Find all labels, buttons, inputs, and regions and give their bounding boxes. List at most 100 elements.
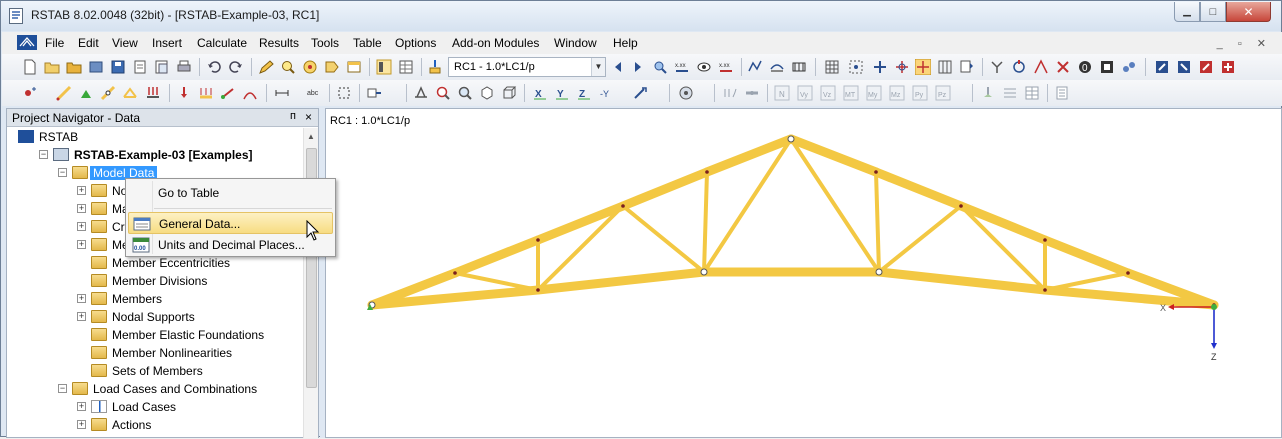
close-button[interactable]: ✕: [1226, 2, 1271, 22]
menu-item-go-to-table[interactable]: Go to Table: [128, 182, 333, 204]
printout-report-icon[interactable]: [154, 59, 170, 75]
member-load-icon[interactable]: [198, 85, 214, 101]
block-icon[interactable]: [88, 59, 104, 75]
coordinate-system-icon[interactable]: [989, 59, 1005, 75]
tree-item[interactable]: RSTAB: [7, 128, 303, 146]
results-support-icon[interactable]: [744, 85, 760, 101]
menu-add-on-modules[interactable]: Add-on Modules: [452, 36, 539, 50]
expand-icon[interactable]: +: [77, 312, 86, 321]
new-support-icon[interactable]: [78, 85, 94, 101]
delete-icon[interactable]: [1055, 59, 1071, 75]
comment-icon[interactable]: abc: [306, 85, 322, 101]
grid-icon[interactable]: [824, 59, 840, 75]
menu-options[interactable]: Options: [395, 36, 436, 50]
measure-icon[interactable]: [1033, 59, 1049, 75]
navigator-scrollbar[interactable]: ▲: [303, 128, 318, 438]
close-panel-icon[interactable]: ×: [305, 110, 312, 124]
menu-edit[interactable]: Edit: [78, 36, 99, 50]
result-mt-icon[interactable]: MT: [843, 85, 859, 101]
expand-icon[interactable]: +: [77, 204, 86, 213]
cancel-icon[interactable]: 0: [1077, 59, 1093, 75]
view-cube-icon[interactable]: [501, 85, 517, 101]
view-x-icon[interactable]: X: [532, 85, 548, 101]
menu-view[interactable]: View: [112, 36, 138, 50]
result-values-icon[interactable]: x.xx: [674, 59, 690, 75]
table-toggle-icon[interactable]: [398, 59, 414, 75]
dimension-icon[interactable]: [274, 85, 290, 101]
print-icon[interactable]: [176, 59, 192, 75]
tree-item[interactable]: Sets of Members: [7, 362, 303, 380]
result-pz-icon[interactable]: Pz: [935, 85, 951, 101]
open-icon[interactable]: [44, 59, 60, 75]
new-hinge-icon[interactable]: [100, 85, 116, 101]
menu-window[interactable]: Window: [554, 36, 597, 50]
find-icon[interactable]: [280, 59, 296, 75]
expand-icon[interactable]: +: [77, 222, 86, 231]
view-3d-icon[interactable]: [413, 85, 429, 101]
move-copy-icon[interactable]: [366, 85, 382, 101]
load-case-selector[interactable]: RC1 - 1.0*LC1/p ▼: [448, 57, 606, 77]
isometric-view-icon[interactable]: [479, 85, 495, 101]
new-member-icon[interactable]: [56, 85, 72, 101]
collapse-icon[interactable]: −: [58, 168, 67, 177]
result-distribution-icon[interactable]: [1002, 85, 1018, 101]
tree-item[interactable]: Member Divisions: [7, 272, 303, 290]
previous-load-case-icon[interactable]: [610, 59, 626, 75]
new-node-icon[interactable]: [22, 85, 38, 101]
active-snap-icon[interactable]: [915, 59, 931, 75]
edit-panel-icon[interactable]: [1099, 59, 1115, 75]
expand-icon[interactable]: +: [77, 402, 86, 411]
print-preview-icon[interactable]: [132, 59, 148, 75]
menu-file[interactable]: File: [45, 36, 64, 50]
redo-icon[interactable]: [228, 59, 244, 75]
load-case-icon[interactable]: [427, 59, 443, 75]
minimize-button[interactable]: ▁: [1174, 2, 1200, 22]
scroll-up-arrow-icon[interactable]: ▲: [304, 128, 318, 145]
view-y-icon[interactable]: Y: [554, 85, 570, 101]
open-example-icon[interactable]: [66, 59, 82, 75]
menu-insert[interactable]: Insert: [152, 36, 182, 50]
view-axes-icon[interactable]: -Y: [598, 85, 614, 101]
window-icon[interactable]: [346, 59, 362, 75]
import-icon[interactable]: [1176, 59, 1192, 75]
dropdown-arrow-icon[interactable]: ▼: [591, 58, 605, 76]
result-vz-icon[interactable]: Vz: [820, 85, 836, 101]
load-icon[interactable]: [145, 85, 161, 101]
selection-icon[interactable]: [336, 85, 352, 101]
results-deformation-icon[interactable]: [722, 85, 738, 101]
support-reactions-icon[interactable]: [980, 85, 996, 101]
expand-icon[interactable]: +: [77, 186, 86, 195]
result-values-bold-icon[interactable]: x.xx: [718, 59, 734, 75]
rotate-view-icon[interactable]: [1011, 59, 1027, 75]
navigator-toggle-icon[interactable]: [376, 59, 392, 75]
result-panel-icon[interactable]: [1054, 85, 1070, 101]
imperfection-icon[interactable]: [242, 85, 258, 101]
tree-item[interactable]: Member Nonlinearities: [7, 344, 303, 362]
edit-pencil-icon[interactable]: [258, 59, 274, 75]
tree-item[interactable]: + Load Cases: [7, 398, 303, 416]
zoom-all-icon[interactable]: [457, 85, 473, 101]
tag-icon[interactable]: [324, 59, 340, 75]
collapse-icon[interactable]: −: [39, 150, 48, 159]
expand-icon[interactable]: +: [77, 240, 86, 249]
dxf-background-icon[interactable]: [937, 59, 953, 75]
pin-icon[interactable]: ᴨ: [290, 110, 296, 122]
menu-item-general-data[interactable]: General Data...: [128, 212, 333, 234]
object-snap-icon[interactable]: [872, 59, 888, 75]
result-py-icon[interactable]: Py: [912, 85, 928, 101]
show-results-icon[interactable]: [696, 59, 712, 75]
work-plane-icon[interactable]: [959, 59, 975, 75]
tree-item[interactable]: Member Elastic Foundations: [7, 326, 303, 344]
result-mz-icon[interactable]: Mz: [889, 85, 905, 101]
result-vy-icon[interactable]: Vy: [797, 85, 813, 101]
undo-icon[interactable]: [206, 59, 222, 75]
rstab-menu-icon[interactable]: [17, 35, 37, 50]
save-icon[interactable]: [110, 59, 126, 75]
tree-item[interactable]: − Load Cases and Combinations: [7, 380, 303, 398]
menu-table[interactable]: Table: [353, 36, 382, 50]
expand-icon[interactable]: +: [77, 420, 86, 429]
section-display-icon[interactable]: [791, 59, 807, 75]
results-on-off-icon[interactable]: [652, 59, 668, 75]
menu-item-units-decimal-places[interactable]: 0.00 Units and Decimal Places...: [128, 234, 333, 256]
view-rotate-icon[interactable]: [632, 85, 648, 101]
